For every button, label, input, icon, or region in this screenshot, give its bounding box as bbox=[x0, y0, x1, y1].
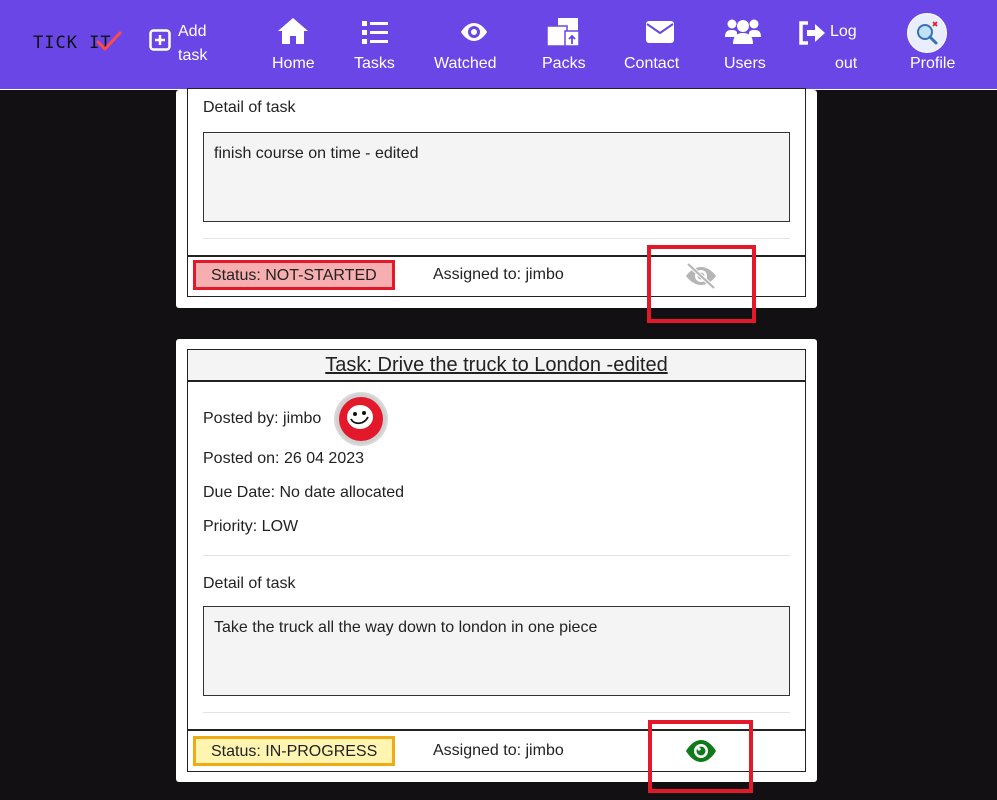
nav-users-label: Users bbox=[724, 55, 766, 72]
task-card: Task: Drive the truck to London -edited … bbox=[176, 339, 817, 782]
list-icon bbox=[362, 21, 388, 44]
task-detail-box: Take the truck all the way down to londo… bbox=[203, 606, 790, 696]
profile-avatar-icon bbox=[907, 13, 947, 53]
assigned-to: Assigned to: jimbo bbox=[433, 266, 564, 283]
logout-label-1: Log bbox=[830, 23, 857, 40]
add-task-label-2: task bbox=[178, 47, 208, 64]
eye-icon bbox=[461, 23, 487, 41]
divider bbox=[203, 712, 790, 713]
nav-contact-label: Contact bbox=[624, 55, 680, 72]
nav-profile[interactable]: Profile bbox=[904, 0, 964, 90]
nav-contact[interactable]: Contact bbox=[622, 0, 682, 90]
priority: Priority: LOW bbox=[203, 518, 299, 535]
nav-tasks[interactable]: Tasks bbox=[350, 0, 402, 90]
smiley-avatar-icon bbox=[336, 394, 386, 444]
nav-home-label: Home bbox=[272, 55, 315, 72]
avatar[interactable] bbox=[334, 392, 388, 446]
nav-profile-label: Profile bbox=[910, 55, 956, 72]
logout-label-2: out bbox=[835, 55, 858, 72]
envelope-icon bbox=[646, 21, 674, 43]
nav-packs-label: Packs bbox=[542, 55, 586, 72]
nav-home[interactable]: Home bbox=[266, 0, 322, 90]
task-detail-box: finish course on time - edited bbox=[203, 132, 790, 222]
task-card-inner: Task: Drive the truck to London -edited … bbox=[187, 349, 806, 772]
boxes-icon bbox=[546, 18, 580, 47]
due-date: Due Date: No date allocated bbox=[203, 484, 405, 501]
plus-square-icon bbox=[149, 29, 171, 51]
nav-watched-label: Watched bbox=[434, 55, 497, 72]
nav-watched[interactable]: Watched bbox=[432, 0, 502, 90]
home-icon bbox=[278, 18, 308, 44]
task-title[interactable]: Task: Drive the truck to London -edited bbox=[188, 350, 805, 382]
annotation-highlight-box bbox=[647, 245, 756, 323]
status-badge: Status: IN-PROGRESS bbox=[193, 736, 396, 766]
detail-label: Detail of task bbox=[203, 575, 296, 592]
annotation-highlight-box bbox=[648, 720, 753, 793]
nav-users[interactable]: Users bbox=[722, 0, 770, 90]
add-task-label-1: Add bbox=[178, 23, 207, 40]
posted-by: Posted by: jimbo bbox=[203, 410, 322, 427]
nav-packs[interactable]: Packs bbox=[540, 0, 592, 90]
nav-add-task[interactable]: Add task bbox=[146, 0, 216, 90]
divider bbox=[203, 238, 790, 239]
status-badge: Status: NOT-STARTED bbox=[193, 260, 395, 290]
posted-on: Posted on: 26 04 2023 bbox=[203, 450, 365, 467]
detail-label: Detail of task bbox=[203, 99, 296, 116]
assigned-to: Assigned to: jimbo bbox=[433, 742, 564, 759]
logout-icon bbox=[799, 21, 825, 45]
nav-tasks-label: Tasks bbox=[354, 55, 395, 72]
navbar: TICK IT Add task Home Tasks Watched Pack… bbox=[0, 0, 997, 90]
checkmark-icon bbox=[96, 31, 122, 51]
divider bbox=[203, 555, 790, 556]
nav-logout[interactable]: Log out bbox=[796, 0, 862, 90]
users-icon bbox=[725, 19, 761, 44]
